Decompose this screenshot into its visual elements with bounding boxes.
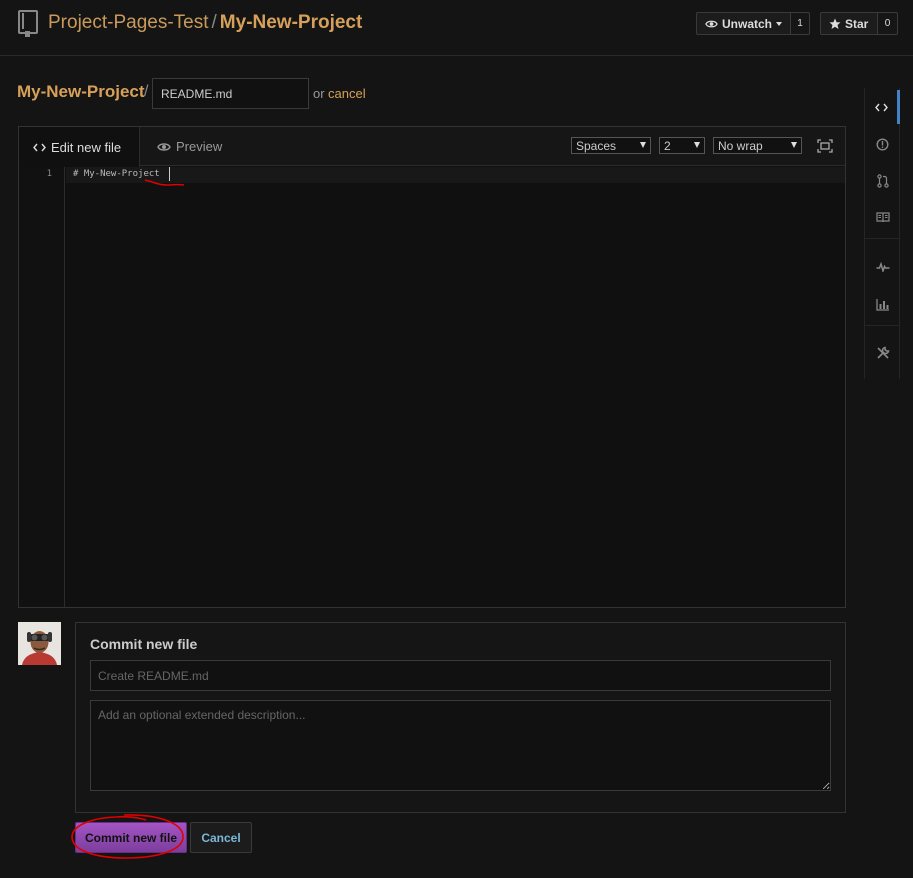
tab-edit-label: Edit new file	[51, 139, 122, 155]
sidenav-item-pull-requests[interactable]	[865, 164, 900, 198]
commit-description-textarea[interactable]	[90, 700, 831, 791]
sidenav-item-pulse[interactable]	[865, 250, 900, 284]
wrap-mode-select[interactable]: No wrap	[713, 137, 802, 154]
dropdown-arrow-icon	[640, 142, 646, 148]
repo-header: Project-Pages-Test / My-New-Project Unwatc…	[0, 0, 913, 56]
sidenav-divider	[865, 325, 900, 326]
code-icon	[874, 103, 888, 111]
tab-preview-label: Preview	[176, 139, 223, 154]
unwatch-button[interactable]: Unwatch	[696, 12, 791, 35]
file-editor: Edit new file Preview Spaces 2 No wrap 1…	[18, 126, 846, 608]
fullscreen-icon[interactable]	[817, 139, 833, 153]
sidenav-item-settings[interactable]	[865, 336, 900, 370]
breadcrumb-or-text: or	[313, 86, 325, 101]
tools-icon	[876, 346, 889, 359]
unwatch-label: Unwatch	[721, 16, 772, 31]
indent-mode-value: Spaces	[576, 138, 617, 153]
tab-preview[interactable]: Preview	[143, 127, 236, 166]
star-button[interactable]: Star	[820, 12, 878, 35]
sidenav-item-graphs[interactable]	[865, 287, 900, 321]
sidenav-item-code[interactable]	[865, 90, 900, 124]
book-icon	[875, 211, 890, 222]
chevron-down-icon	[776, 21, 782, 26]
star-icon	[829, 18, 841, 29]
commit-summary-input[interactable]	[90, 660, 831, 691]
repo-title-separator: /	[211, 12, 217, 33]
star-label: Star	[845, 16, 869, 31]
stargazers-count[interactable]: 0	[878, 12, 898, 35]
active-line-highlight	[66, 167, 845, 183]
repo-icon	[18, 10, 38, 37]
breadcrumb-project-link[interactable]: My-New-Project	[17, 82, 145, 102]
eye-icon	[157, 142, 171, 151]
line-number: 1	[46, 169, 52, 179]
wrap-mode-value: No wrap	[718, 138, 763, 153]
pull-request-icon	[876, 174, 889, 188]
breadcrumb-cancel-link[interactable]: cancel	[328, 86, 366, 101]
text-cursor	[169, 167, 170, 181]
breadcrumb-separator: /	[144, 83, 149, 100]
dropdown-arrow-icon	[791, 142, 797, 148]
editor-toolbar: Edit new file Preview Spaces 2 No wrap	[19, 127, 845, 167]
filename-input[interactable]	[152, 78, 309, 109]
cancel-button[interactable]: Cancel	[190, 822, 252, 853]
indent-size-select[interactable]: 2	[659, 137, 705, 154]
graph-icon	[875, 298, 889, 311]
avatar	[18, 622, 61, 665]
commit-new-file-button[interactable]: Commit new file	[75, 822, 187, 853]
tab-edit-new-file[interactable]: Edit new file	[19, 127, 140, 167]
user-avatar-image	[18, 622, 61, 665]
repo-title: Project-Pages-Test / My-New-Project	[48, 12, 362, 34]
indent-mode-select[interactable]: Spaces	[571, 137, 651, 154]
pulse-icon	[876, 262, 889, 272]
sidenav-item-issues[interactable]	[865, 127, 900, 161]
sidenav-divider	[865, 238, 900, 239]
sidenav-item-wiki[interactable]	[865, 200, 900, 234]
commit-form: Commit new file	[75, 622, 846, 813]
code-icon	[33, 143, 46, 151]
commit-heading: Commit new file	[90, 636, 198, 652]
code-line[interactable]: # My-New-Project	[73, 169, 160, 179]
repo-sidenav	[864, 88, 900, 379]
issue-opened-icon	[876, 137, 889, 151]
line-number-gutter	[19, 167, 65, 607]
eye-icon	[705, 20, 718, 27]
watchers-count[interactable]: 1	[791, 12, 810, 35]
repo-owner-link[interactable]: Project-Pages-Test	[48, 12, 209, 33]
dropdown-arrow-icon	[694, 142, 700, 148]
indent-size-value: 2	[664, 138, 671, 153]
repo-name-link[interactable]: My-New-Project	[220, 12, 363, 33]
